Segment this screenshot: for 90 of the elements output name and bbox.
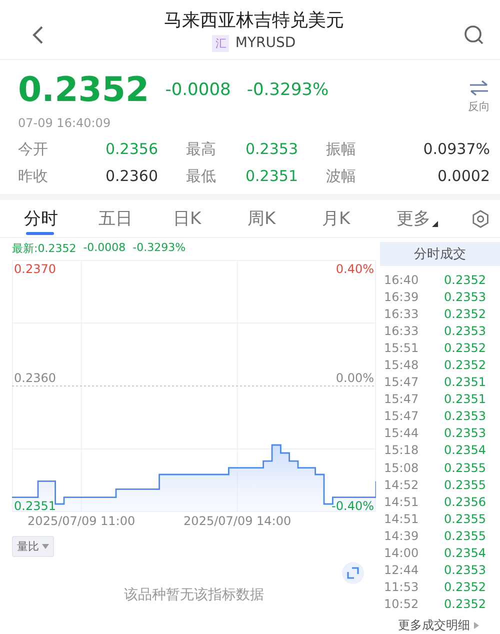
- chart-tab[interactable]: 月K: [322, 200, 396, 237]
- trade-price: 0.2353: [444, 409, 486, 424]
- back-icon[interactable]: [32, 24, 44, 44]
- trade-time: 15:47: [384, 409, 420, 424]
- trade-price: 0.2356: [444, 494, 486, 509]
- trade-price: 0.2353: [444, 563, 486, 578]
- trade-time: 15:48: [384, 358, 420, 372]
- trade-time: 12:44: [384, 563, 420, 578]
- last-price: 0.2352: [18, 70, 150, 110]
- caret-icon: [474, 622, 479, 629]
- trade-time: 11:53: [384, 580, 420, 594]
- latest-change: -0.0008: [83, 241, 126, 256]
- market-badge: 汇: [212, 34, 230, 52]
- percent-axis-label: -0.40%: [332, 499, 374, 512]
- x-axis-label: 2025/07/09 11:00: [28, 514, 136, 528]
- stat-value: 0.2356: [104, 140, 158, 159]
- page-title: 马来西亚林吉特兑美元: [164, 8, 344, 32]
- trade-price: 0.2352: [444, 597, 486, 612]
- trade-price: 0.2352: [444, 358, 486, 372]
- chart-tab[interactable]: 日K: [172, 200, 248, 237]
- trade-price: 0.2351: [444, 392, 486, 406]
- chart-tab[interactable]: 周K: [247, 200, 322, 237]
- stat-label: 最高: [185, 140, 217, 159]
- no-data-message: 该品种暂无该指标数据: [124, 586, 264, 604]
- trade-time: 16:39: [384, 290, 420, 304]
- stat-value: 0.2360: [104, 167, 158, 186]
- trade-price: 0.2352: [444, 580, 486, 594]
- trade-price: 0.2353: [444, 290, 486, 304]
- trade-time: 15:51: [384, 340, 420, 355]
- symbol-label: MYRUSD: [235, 35, 296, 51]
- latest-price: 最新:0.2352: [12, 241, 76, 256]
- stat-value: 0.2353: [244, 140, 298, 159]
- trade-price: 0.2353: [444, 426, 486, 440]
- y-axis-label: 0.2370: [14, 262, 56, 276]
- swap-icon: [468, 80, 490, 96]
- trade-time: 15:18: [384, 443, 420, 458]
- percent-axis-label: 0.40%: [336, 262, 374, 276]
- trade-time: 15:47: [384, 375, 420, 390]
- y-axis-label: 0.2351: [14, 499, 56, 512]
- trade-time: 16:33: [384, 324, 420, 338]
- trade-time: 14:00: [384, 546, 420, 560]
- trade-time: 14:51: [384, 494, 420, 509]
- indicator-dropdown[interactable]: 量比: [12, 536, 54, 557]
- stat-label: 最低: [185, 167, 217, 186]
- trade-price: 0.2355: [444, 478, 486, 492]
- stat-label: 波幅: [325, 167, 357, 186]
- stat-value: 0.2351: [244, 167, 298, 186]
- stat-label: 今开: [18, 140, 49, 159]
- trade-time: 14:51: [384, 512, 420, 526]
- reverse-button[interactable]: 反向: [468, 80, 490, 114]
- stat-label: 振幅: [325, 140, 357, 159]
- trade-price: 0.2354: [444, 546, 486, 560]
- stat-value: 0.0002: [436, 167, 490, 186]
- trade-time: 16:40: [384, 272, 420, 287]
- expand-button[interactable]: [342, 562, 364, 584]
- trade-time: 10:52: [384, 597, 420, 612]
- trade-time: 15:47: [384, 392, 420, 406]
- trade-price: 0.2353: [444, 324, 486, 338]
- search-icon[interactable]: [464, 24, 484, 44]
- chart-tab[interactable]: 更多: [396, 200, 471, 237]
- trade-time: 14:52: [384, 478, 420, 492]
- stat-value: 0.0937%: [422, 140, 490, 159]
- chart-tab[interactable]: 五日: [98, 200, 173, 237]
- stat-label: 昨收: [18, 167, 49, 186]
- dropdown-icon: [432, 221, 438, 227]
- trade-price: 0.2352: [444, 272, 486, 287]
- trades-header: 分时成交: [380, 242, 500, 266]
- trade-price: 0.2354: [444, 443, 486, 458]
- percent-axis-label: 0.00%: [336, 371, 374, 385]
- trade-price: 0.2351: [444, 375, 486, 390]
- trade-price: 0.2355: [444, 512, 486, 526]
- trade-price: 0.2355: [444, 460, 486, 475]
- price-change-percent: -0.3293%: [246, 80, 329, 100]
- trade-time: 15:44: [384, 426, 420, 440]
- trade-time: 15:08: [384, 460, 420, 475]
- trade-price: 0.2352: [444, 306, 486, 321]
- quote-time: 07-09 16:40:09: [18, 116, 112, 130]
- x-axis-label: 2025/07/09 14:00: [184, 514, 292, 528]
- expand-icon: [347, 567, 359, 579]
- trade-time: 14:39: [384, 528, 420, 543]
- settings-icon[interactable]: [470, 208, 490, 228]
- caret-icon: [42, 544, 49, 549]
- trade-price: 0.2355: [444, 528, 486, 543]
- trade-price: 0.2352: [444, 340, 486, 355]
- latest-change-percent: -0.3293%: [132, 241, 186, 256]
- more-trades-link[interactable]: 更多成交明细: [398, 616, 479, 634]
- price-change: -0.0008: [165, 80, 231, 100]
- chart-tab[interactable]: 分时: [24, 200, 98, 237]
- y-axis-label: 0.2360: [14, 371, 56, 385]
- trade-time: 16:33: [384, 306, 420, 321]
